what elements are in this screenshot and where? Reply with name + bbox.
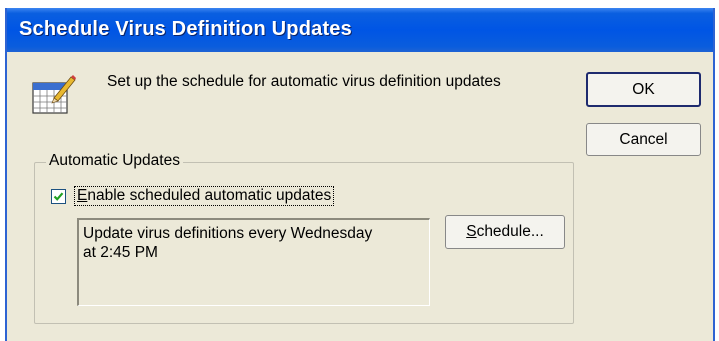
enable-label-text: nable scheduled automatic updates <box>87 187 332 204</box>
schedule-summary-line-1: Update virus definitions every Wednesday <box>83 225 373 242</box>
enable-label-mnemonic: E <box>77 187 88 204</box>
schedule-button-mnemonic: S <box>466 223 477 240</box>
ok-button-label: OK <box>632 80 655 98</box>
enable-scheduled-updates-label[interactable]: Enable scheduled automatic updates <box>74 186 335 206</box>
schedule-button[interactable]: Schedule... <box>445 215 565 249</box>
automatic-updates-group: Automatic Updates Enable scheduled autom… <box>34 152 574 324</box>
enable-scheduled-updates-row[interactable]: Enable scheduled automatic updates <box>51 186 335 206</box>
schedule-summary-box: Update virus definitions every Wednesday… <box>77 218 430 306</box>
dialog-body: Set up the schedule for automatic virus … <box>7 52 713 341</box>
ok-button[interactable]: OK <box>586 72 701 107</box>
automatic-updates-group-label: Automatic Updates <box>46 152 183 170</box>
dialog-title: Schedule Virus Definition Updates <box>19 18 352 40</box>
dialog-window: Schedule Virus Definition Updates Set up… <box>5 8 715 341</box>
enable-scheduled-updates-checkbox[interactable] <box>51 188 66 204</box>
cancel-button[interactable]: Cancel <box>586 123 701 156</box>
cancel-button-label: Cancel <box>619 130 668 148</box>
calendar-edit-icon <box>32 75 76 114</box>
title-bar[interactable]: Schedule Virus Definition Updates <box>7 8 713 52</box>
schedule-button-label: chedule... <box>476 223 544 240</box>
dialog-description: Set up the schedule for automatic virus … <box>107 73 501 90</box>
checkmark-icon <box>53 191 64 201</box>
schedule-summary-line-2: at 2:45 PM <box>83 244 158 261</box>
